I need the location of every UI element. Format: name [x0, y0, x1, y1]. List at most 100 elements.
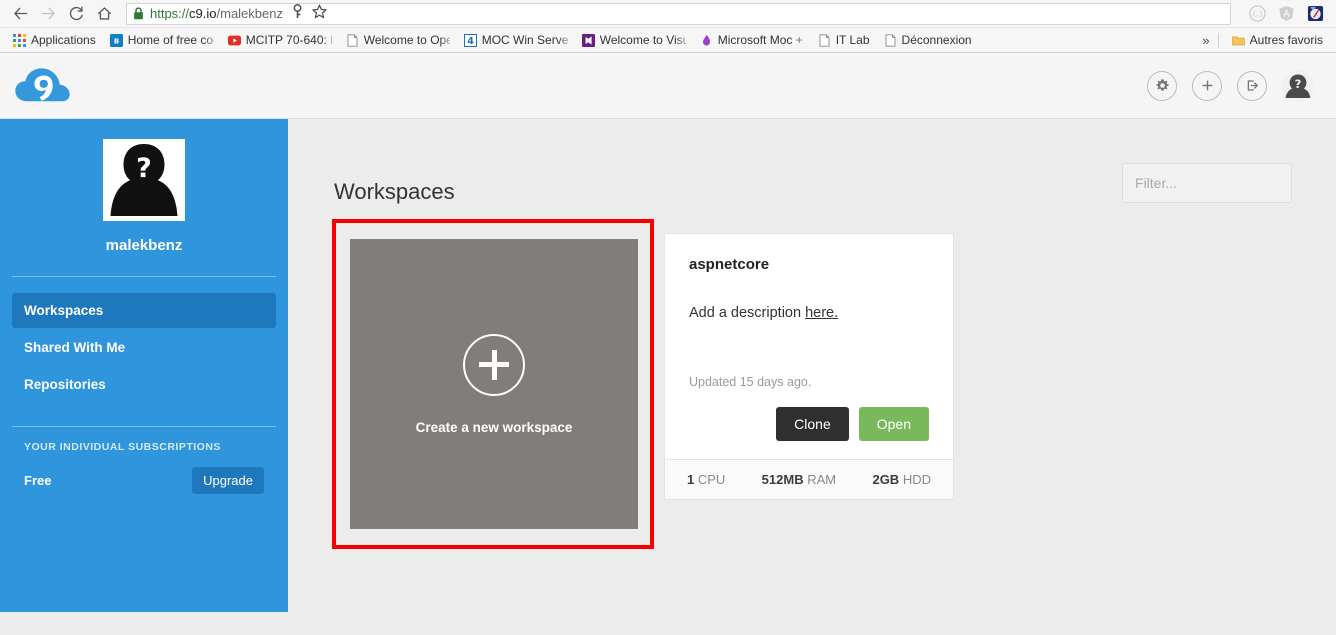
svg-text:?: ? — [136, 153, 152, 184]
spec-hdd-unit: HDD — [902, 472, 931, 487]
bookmark-label: Microsoft Moc + VMw — [717, 33, 804, 47]
key-icon[interactable] — [291, 3, 304, 24]
sidebar-subscriptions-divider — [12, 426, 276, 427]
circle-extension-icon[interactable]: (..) — [1249, 5, 1266, 22]
lock-icon — [133, 7, 144, 20]
spec-ram: 512MB RAM — [762, 472, 836, 487]
home-icon — [97, 7, 111, 20]
spec-cpu-value: 1 — [687, 472, 695, 487]
forward-button[interactable] — [34, 1, 62, 27]
description-prefix: Add a description — [689, 305, 806, 321]
open-button[interactable]: Open — [858, 407, 929, 441]
subscription-row: Free Upgrade — [12, 453, 276, 494]
create-workspace-label: Create a new workspace — [415, 419, 573, 435]
bookmark-visual-studio[interactable]: Welcome to Visual St — [575, 29, 693, 51]
sidebar-avatar-wrap: ? — [12, 119, 276, 221]
create-workspace-highlight: Create a new workspace — [332, 219, 654, 549]
dashboard-body: ? malekbenz Workspaces Shared With Me Re… — [0, 119, 1336, 635]
spec-cpu: 1 CPU — [687, 472, 725, 487]
bookmarks-overflow-button[interactable]: » — [1194, 33, 1217, 48]
workspace-specs: 1 CPU 512MB RAM 2GB HDD — [665, 459, 953, 499]
svg-text:(..): (..) — [1253, 10, 1263, 18]
bookmark-label: IT Lab — [835, 33, 870, 47]
bookmarks-bar: Applications B Home of free code sn MCIT… — [0, 28, 1336, 53]
bookmark-mcitp[interactable]: MCITP 70-640: Manag — [221, 29, 339, 51]
gear-icon — [1155, 79, 1169, 91]
logout-icon — [1247, 80, 1258, 91]
sidebar-item-repositories[interactable]: Repositories — [12, 367, 276, 402]
omnibox-icons — [283, 3, 327, 24]
bookmark-microsoft-moc-vmware[interactable]: Microsoft Moc + VMw — [693, 29, 811, 51]
bookmark-label: MCITP 70-640: Manag — [245, 33, 332, 47]
logout-button[interactable] — [1237, 70, 1267, 101]
url-text: https://c9.io/malekbenz — [150, 6, 283, 21]
bookmark-label: Autres favoris — [1249, 33, 1323, 47]
url-path: /malekbenz — [216, 6, 283, 21]
workspace-card: aspnetcore Add a description here. Updat… — [664, 233, 954, 500]
sidebar-username: malekbenz — [105, 237, 183, 254]
plus-icon — [1202, 80, 1212, 91]
sidebar-item-shared-with-me[interactable]: Shared With Me — [12, 330, 276, 365]
sidebar-item-workspaces[interactable]: Workspaces — [12, 293, 276, 328]
bookmark-label: Home of free code sn — [127, 33, 214, 47]
forward-arrow-icon — [41, 7, 55, 20]
workspace-name: aspnetcore — [689, 256, 770, 273]
add-description-link[interactable]: here. — [805, 305, 838, 321]
svg-text:B: B — [114, 37, 119, 45]
bookmark-home-of-free-code[interactable]: B Home of free code sn — [103, 29, 221, 51]
browser-toolbar: https://c9.io/malekbenz (..) — [0, 0, 1336, 28]
bookmark-applications[interactable]: Applications — [6, 29, 103, 51]
bookmark-other-favorites[interactable]: Autres favoris — [1225, 29, 1330, 51]
url-scheme: https:// — [150, 6, 190, 21]
cloud9-logo — [15, 67, 70, 101]
plus-circle-icon — [463, 333, 525, 396]
new-button[interactable] — [1192, 70, 1222, 101]
angular-extension-icon[interactable] — [1278, 5, 1295, 22]
spec-ram-unit: RAM — [807, 472, 837, 487]
spec-ram-value: 512MB — [761, 472, 804, 487]
page-icon — [885, 33, 895, 47]
sidebar: ? malekbenz Workspaces Shared With Me Re… — [0, 119, 288, 612]
bookmarks-separator — [1217, 32, 1219, 48]
avatar[interactable]: ? — [1282, 69, 1314, 102]
bookmark-moc-win-server[interactable]: 4 MOC Win Server 2012 — [457, 29, 575, 51]
filter-box[interactable] — [1122, 163, 1316, 203]
bootstrap-icon: B — [109, 33, 123, 47]
workspace-card-body: aspnetcore Add a description here. Updat… — [665, 234, 953, 459]
bookmark-label: Applications — [31, 33, 96, 47]
subscriptions-title: YOUR INDIVIDUAL SUBSCRIPTIONS — [24, 441, 221, 453]
bookmark-label: Welcome to OpenShif — [363, 33, 450, 47]
search-input[interactable] — [1135, 175, 1316, 191]
bookmark-openshift[interactable]: Welcome to OpenShif — [339, 29, 457, 51]
subscription-plan: Free — [24, 473, 52, 488]
create-workspace-tile[interactable]: Create a new workspace — [350, 239, 638, 529]
main-content: Workspaces Create a new workspace aspnet… — [288, 119, 1336, 635]
bookmark-deconnexion[interactable]: Déconnexion — [877, 29, 979, 51]
avatar: ? — [103, 139, 185, 221]
bookmark-label: MOC Win Server 2012 — [481, 33, 568, 47]
cloud9-dashboard-page: ? ? malekbenz Workspaces Shared With Me … — [0, 53, 1336, 635]
bookmark-label: Déconnexion — [901, 33, 972, 47]
spec-hdd-value: 2GB — [872, 472, 900, 487]
star-icon[interactable] — [312, 4, 327, 24]
page-icon — [347, 33, 358, 47]
bookmark-it-lab[interactable]: IT Lab — [811, 29, 877, 51]
folder-icon — [1231, 36, 1245, 45]
workspaces-grid: Create a new workspace aspnetcore Add a … — [332, 219, 1292, 549]
address-bar[interactable]: https://c9.io/malekbenz — [126, 2, 1231, 25]
back-button[interactable] — [6, 1, 34, 27]
reload-button[interactable] — [62, 1, 90, 27]
clone-button[interactable]: Clone — [776, 407, 849, 441]
home-button[interactable] — [90, 1, 118, 27]
sidebar-nav: Workspaces Shared With Me Repositories — [12, 293, 276, 404]
svg-text:?: ? — [1295, 77, 1302, 91]
upgrade-button[interactable]: Upgrade — [192, 467, 264, 494]
bookmark-label: Welcome to Visual St — [599, 33, 686, 47]
apps-grid-icon — [13, 33, 26, 47]
browser-chrome: https://c9.io/malekbenz (..) Application… — [0, 0, 1336, 53]
workspace-actions: Clone Open — [689, 407, 929, 441]
settings-button[interactable] — [1147, 70, 1177, 101]
url-host: c9.io — [189, 6, 217, 21]
extension-icons: (..) — [1237, 5, 1330, 22]
speedtest-extension-icon[interactable] — [1307, 5, 1324, 22]
